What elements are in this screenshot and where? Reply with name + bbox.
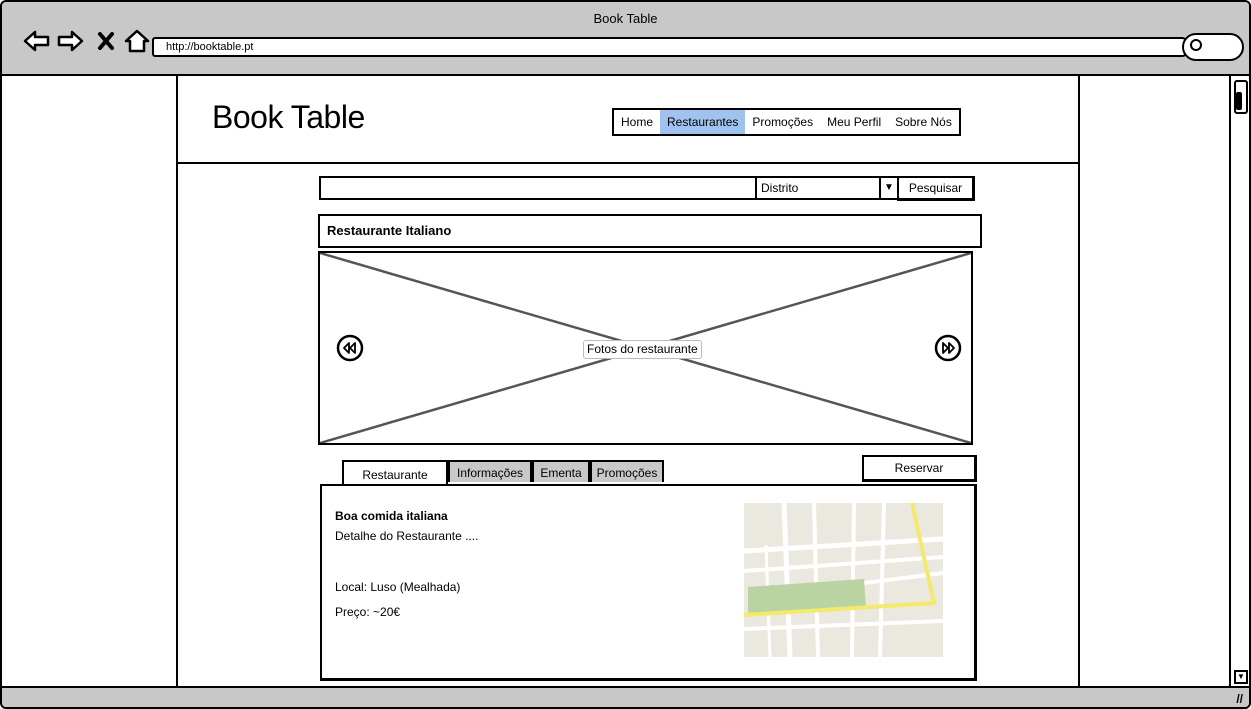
nav-sobre-nos[interactable]: Sobre Nós [888, 110, 959, 134]
search-input[interactable] [319, 176, 755, 200]
map-icon [744, 503, 943, 657]
vertical-scrollbar[interactable]: ▼ [1229, 76, 1249, 686]
panel-price: Preço: ~20€ [335, 605, 401, 619]
tab-restaurante[interactable]: Restaurante [342, 460, 448, 486]
tab-informacoes[interactable]: Informações [448, 460, 532, 482]
nav-home[interactable]: Home [614, 110, 660, 134]
nav-restaurantes[interactable]: Restaurantes [660, 110, 746, 134]
main-nav: Home Restaurantes Promoções Meu Perfil S… [612, 108, 961, 136]
panel-detail: Detalhe do Restaurante .... [335, 529, 479, 543]
photo-label: Fotos do restaurante [583, 340, 702, 359]
home-icon[interactable] [122, 26, 152, 56]
page: Book Table Home Restaurantes Promoções M… [176, 76, 1080, 686]
tab-panel-restaurante: Boa comida italiana Detalhe do Restauran… [320, 484, 977, 681]
restaurant-title: Restaurante Italiano [318, 214, 982, 248]
back-icon[interactable] [22, 26, 52, 56]
forward-icon[interactable] [55, 26, 85, 56]
tab-ementa[interactable]: Ementa [532, 460, 590, 482]
district-select[interactable]: Distrito ▼ [755, 176, 899, 200]
search-icon [1190, 39, 1202, 51]
district-selected-value: Distrito [761, 181, 799, 195]
nav-promocoes[interactable]: Promoções [745, 110, 820, 134]
site-header: Book Table Home Restaurantes Promoções M… [178, 76, 1078, 164]
window-title: Book Table [593, 11, 658, 26]
map[interactable] [744, 503, 943, 657]
status-bar: // [2, 686, 1249, 707]
browser-titlebar: Book Table http://booktable.pt [2, 2, 1249, 76]
close-icon[interactable] [92, 26, 122, 56]
search-row: Distrito ▼ Pesquisar [319, 176, 975, 201]
panel-location: Local: Luso (Mealhada) [335, 580, 461, 594]
chevron-down-icon[interactable]: ▼ [879, 178, 897, 198]
photo-carousel: Fotos do restaurante [318, 251, 973, 445]
tab-promocoes[interactable]: Promoções [590, 460, 664, 482]
panel-heading: Boa comida italiana [335, 509, 448, 523]
scroll-down-button[interactable]: ▼ [1234, 670, 1248, 684]
next-photo-icon[interactable] [933, 333, 963, 363]
scroll-thumb[interactable] [1236, 92, 1242, 110]
site-logo[interactable]: Book Table [212, 99, 365, 136]
reserve-button[interactable]: Reservar [862, 455, 977, 482]
nav-meu-perfil[interactable]: Meu Perfil [820, 110, 888, 134]
search-button[interactable]: Pesquisar [897, 176, 975, 201]
url-bar[interactable]: http://booktable.pt [152, 37, 1188, 57]
resize-grip-icon[interactable]: // [1236, 692, 1243, 706]
browser-window: Book Table http://booktable.pt ▼ // Book… [0, 0, 1251, 709]
previous-photo-icon[interactable] [335, 333, 365, 363]
browser-search[interactable] [1182, 33, 1244, 61]
